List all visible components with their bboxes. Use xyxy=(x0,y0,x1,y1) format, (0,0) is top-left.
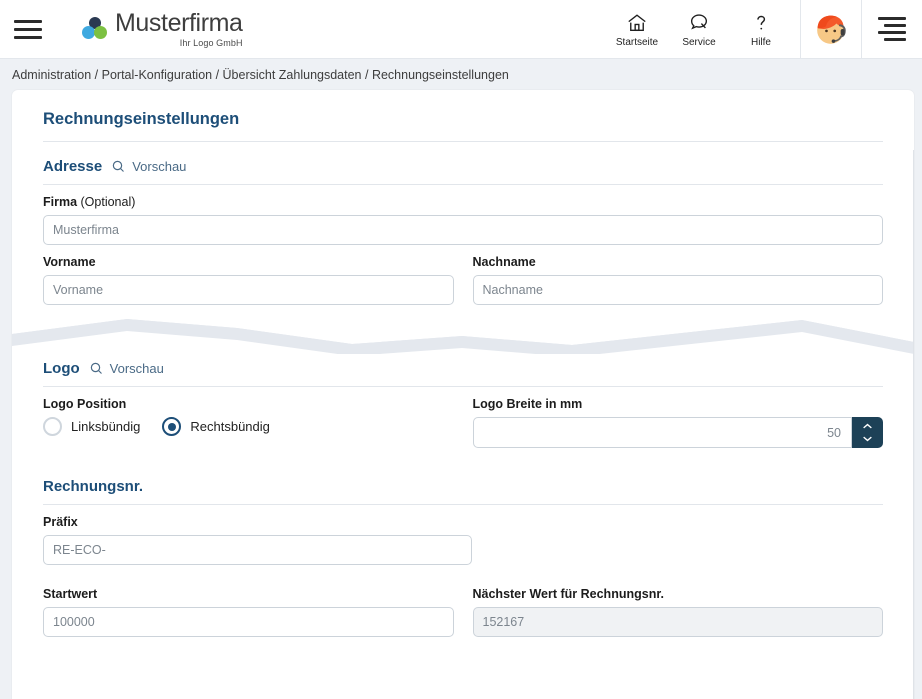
section-header-logo: Logo Vorschau xyxy=(34,354,892,386)
hamburger-bar xyxy=(14,19,42,23)
radio-circle-rechtsbuendig[interactable] xyxy=(162,417,182,436)
search-icon xyxy=(90,362,102,374)
radio-label-rechtsbuendig: Rechtsbündig xyxy=(190,419,270,434)
breadcrumb-item-rechnungseinstellungen[interactable]: Rechnungseinstellungen xyxy=(372,68,509,82)
preview-label-adresse: Vorschau xyxy=(132,159,187,174)
section-header-rechnungsnr: Rechnungsnr. xyxy=(34,448,892,504)
row-logo-options: Logo Position Linksbündig Rechtsbündig L… xyxy=(34,387,892,448)
label-logo-position: Logo Position xyxy=(43,397,127,411)
radio-option-rechtsbuendig[interactable]: Rechtsbündig xyxy=(162,417,270,436)
scrollbar-track[interactable] xyxy=(913,150,914,699)
nav-item-startseite[interactable]: Startseite xyxy=(606,0,668,59)
field-firma: Firma (Optional) xyxy=(34,185,892,245)
nav-label-service: Service xyxy=(682,36,716,48)
field-nachname: Nachname xyxy=(472,255,883,305)
nav-item-hilfe[interactable]: Hilfe xyxy=(730,0,792,59)
radio-option-linksbuendig[interactable]: Linksbündig xyxy=(43,417,140,436)
question-mark-icon xyxy=(750,11,772,35)
search-icon xyxy=(112,160,125,172)
nachname-input[interactable] xyxy=(472,275,883,305)
nav-label-hilfe: Hilfe xyxy=(750,36,771,48)
radio-group-logo-position: Linksbündig Rechtsbündig xyxy=(43,417,454,436)
logo-breite-input[interactable] xyxy=(472,417,852,448)
brand-logo[interactable]: Musterfirma Ihr Logo GmbH xyxy=(82,9,243,48)
radio-circle-linksbuendig[interactable] xyxy=(43,417,62,436)
breadcrumb-item-uebersicht-zahlungsdaten[interactable]: Übersicht Zahlungsdaten xyxy=(223,68,362,82)
chat-bubble-icon xyxy=(688,11,710,35)
label-firma-text: Firma xyxy=(43,195,78,209)
logo-breite-spinner[interactable] xyxy=(852,417,883,448)
nav-label-startseite: Startseite xyxy=(615,36,659,48)
chevron-down-icon[interactable] xyxy=(862,435,873,442)
label-nachname: Nachname xyxy=(472,255,536,269)
list-menu-bar xyxy=(884,38,906,41)
naechster-wert-input xyxy=(472,607,883,637)
label-firma-optional: (Optional) xyxy=(77,195,136,209)
section-title-logo: Logo xyxy=(43,360,80,377)
label-logo-breite: Logo Breite in mm xyxy=(472,397,583,411)
list-menu-bar xyxy=(884,24,906,27)
content-area: Rechnungseinstellungen Adresse Vorschau … xyxy=(0,90,922,699)
section-title-rechnungsnr: Rechnungsnr. xyxy=(43,478,144,495)
home-icon xyxy=(626,11,648,35)
hamburger-bar xyxy=(14,35,42,39)
breadcrumb: Administration / Portal-Konfiguration / … xyxy=(0,59,922,90)
hamburger-bar xyxy=(14,27,42,31)
zigzag-divider xyxy=(12,319,914,354)
header-nav: Startseite Service Hilfe xyxy=(606,0,792,59)
settings-card: Rechnungseinstellungen Adresse Vorschau … xyxy=(12,90,914,699)
brand-mark-icon xyxy=(82,17,108,43)
field-logo-position: Logo Position Linksbündig Rechtsbündig xyxy=(43,397,454,448)
chevron-up-icon[interactable] xyxy=(862,423,873,430)
logo-breite-stepper xyxy=(472,417,883,448)
breadcrumb-separator: / xyxy=(91,67,102,82)
field-naechster-wert: Nächster Wert für Rechnungsnr. xyxy=(472,587,883,637)
brand-circle-green xyxy=(94,26,107,40)
breadcrumb-separator: / xyxy=(361,67,372,82)
page-title: Rechnungseinstellungen xyxy=(43,110,240,128)
hamburger-menu-icon[interactable] xyxy=(0,0,56,59)
section-title-adresse: Adresse xyxy=(43,158,103,175)
field-praefix: Präfix xyxy=(34,505,892,565)
field-logo-breite: Logo Breite in mm xyxy=(472,397,883,448)
user-avatar[interactable] xyxy=(800,0,862,59)
praefix-input[interactable] xyxy=(43,535,472,565)
label-firma: Firma (Optional) xyxy=(43,195,883,209)
label-naechster-wert: Nächster Wert für Rechnungsnr. xyxy=(472,587,664,601)
list-menu-bar xyxy=(878,31,906,34)
brand-name: Musterfirma xyxy=(115,9,243,38)
list-menu-icon[interactable] xyxy=(862,0,922,59)
breadcrumb-item-portal-konfiguration[interactable]: Portal-Konfiguration xyxy=(102,68,212,82)
breadcrumb-item-administration[interactable]: Administration xyxy=(12,68,91,82)
row-vorname-nachname: Vorname Nachname xyxy=(34,245,892,305)
label-startwert: Startwert xyxy=(43,587,98,601)
brand-tagline: Ihr Logo GmbH xyxy=(179,37,243,48)
label-vorname: Vorname xyxy=(43,255,96,269)
breadcrumb-separator: / xyxy=(212,67,223,82)
vorname-input[interactable] xyxy=(43,275,454,305)
list-menu-bar xyxy=(878,17,906,20)
preview-label-logo: Vorschau xyxy=(109,361,164,376)
field-vorname: Vorname xyxy=(43,255,454,305)
nav-item-service[interactable]: Service xyxy=(668,0,730,59)
label-praefix: Präfix xyxy=(43,515,78,529)
section-header-adresse: Adresse Vorschau xyxy=(34,142,892,184)
row-startwert-naechster: Startwert Nächster Wert für Rechnungsnr. xyxy=(34,565,892,637)
field-startwert: Startwert xyxy=(43,587,454,637)
firma-input[interactable] xyxy=(43,215,883,245)
radio-label-linksbuendig: Linksbündig xyxy=(71,419,141,434)
preview-link-logo[interactable]: Vorschau xyxy=(89,361,164,376)
startwert-input[interactable] xyxy=(43,607,454,637)
app-header: Musterfirma Ihr Logo GmbH Startseite Ser… xyxy=(0,0,922,59)
preview-link-adresse[interactable]: Vorschau xyxy=(111,159,186,174)
user-avatar-headset-icon xyxy=(816,15,846,44)
